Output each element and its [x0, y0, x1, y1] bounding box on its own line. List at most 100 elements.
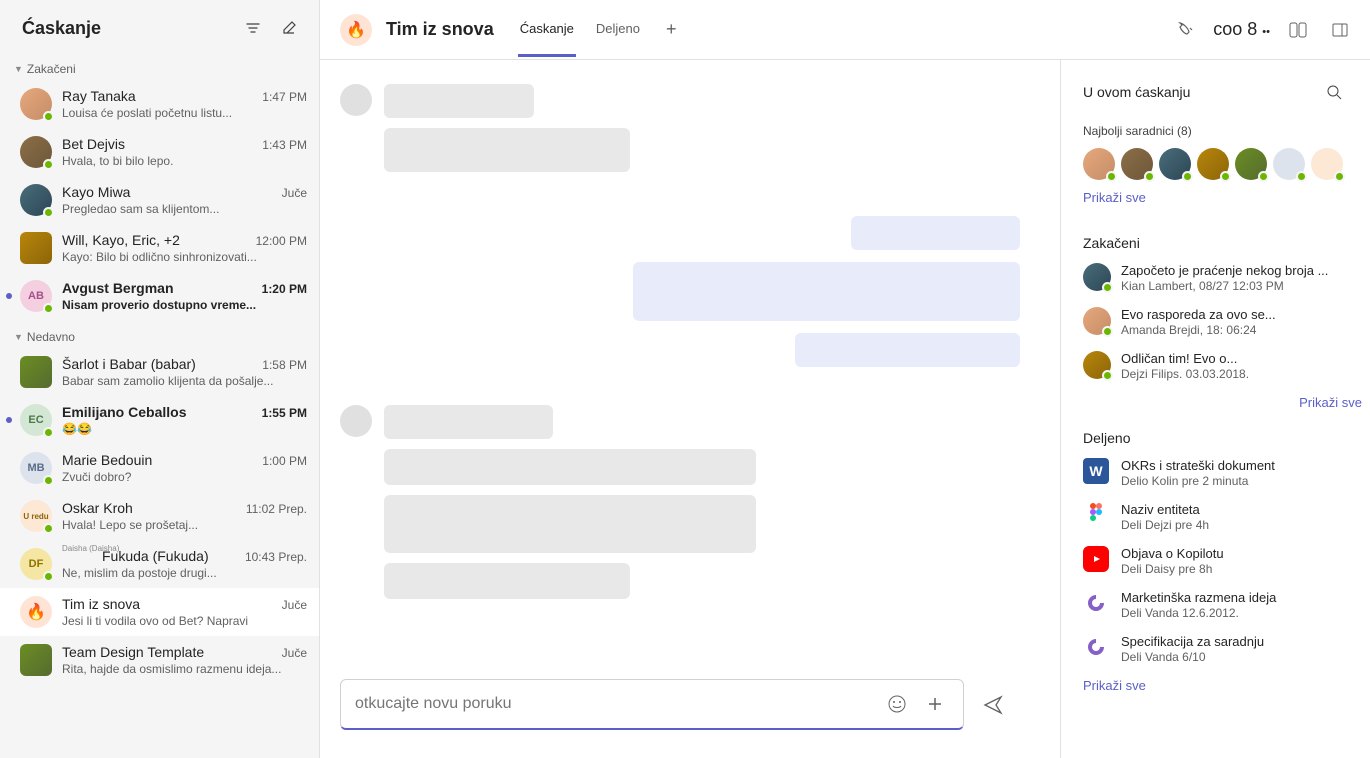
chat-name: Kayo Miwa — [62, 184, 274, 200]
panel-title: U ovom ćaskanju — [1083, 84, 1190, 100]
chat-name: Emilijano Ceballos — [62, 404, 254, 420]
send-button[interactable] — [976, 688, 1010, 722]
emoji-icon[interactable] — [883, 690, 911, 718]
contributor-avatar[interactable] — [1197, 148, 1229, 180]
shared-section-label: Deljeno — [1083, 430, 1370, 446]
message-self — [340, 216, 1020, 250]
chat-name: Šarlot i Babar (babar) — [62, 356, 254, 372]
chat-preview: Louisa će poslati početnu listu... — [62, 106, 307, 120]
chat-time: 1:58 PM — [262, 358, 307, 372]
contributor-avatar[interactable] — [1235, 148, 1267, 180]
panel-toggle-icon[interactable] — [1326, 16, 1354, 44]
compose-icon[interactable] — [275, 14, 303, 42]
message-bubble[interactable] — [384, 84, 534, 118]
show-all-link[interactable]: Prikaži sve — [1083, 678, 1146, 693]
chat-item[interactable]: Šarlot i Babar (babar)1:58 PM Babar sam … — [0, 348, 319, 396]
message-bubble[interactable] — [795, 333, 1020, 367]
contributor-avatar[interactable] — [1273, 148, 1305, 180]
chat-name: Team Design Template — [62, 644, 274, 660]
chat-avatar: 🔥 — [340, 14, 372, 46]
chat-item[interactable]: MB Marie Bedouin1:00 PM Zvuči dobro? — [0, 444, 319, 492]
compose-area — [340, 679, 1020, 742]
message-bubble[interactable] — [384, 405, 553, 439]
figma-icon — [1083, 502, 1109, 528]
avatar — [1083, 307, 1111, 335]
section-recent[interactable]: ▼ Nedavno — [0, 320, 319, 348]
avatar: U redu — [20, 500, 52, 532]
shared-file[interactable]: Specifikacija za saradnjuDeli Vanda 6/10 — [1083, 634, 1370, 664]
chat-item-active[interactable]: Tim iz snovaJuče Jesi li ti vodila ovo o… — [0, 588, 319, 636]
shared-file[interactable]: Naziv entitetaDeli Dejzi pre 4h — [1083, 502, 1370, 532]
word-icon: W — [1083, 458, 1109, 484]
message-self — [340, 262, 1020, 321]
show-all-link[interactable]: Prikaži sve — [1083, 190, 1146, 205]
attach-icon[interactable] — [921, 690, 949, 718]
contributor-avatar[interactable] — [1083, 148, 1115, 180]
message-bubble[interactable] — [633, 262, 1020, 321]
pinned-message[interactable]: Odličan tim! Evo o...Dejzi Filips. 03.03… — [1083, 351, 1370, 381]
contributor-avatar[interactable] — [1311, 148, 1343, 180]
message-bubble[interactable] — [851, 216, 1020, 250]
chat-time: 10:43 Prep. — [245, 550, 307, 564]
chat-item[interactable]: Kayo MiwaJuče Pregledao sam sa klijentom… — [0, 176, 319, 224]
chat-preview: Ne, mislim da postoje drugi... — [62, 566, 307, 580]
call-icon[interactable] — [1171, 16, 1199, 44]
add-tab-button[interactable]: + — [660, 19, 683, 40]
avatar — [1083, 351, 1111, 379]
tab-chat[interactable]: Ćaskanje — [518, 3, 576, 57]
message-bubble[interactable] — [384, 495, 756, 553]
chat-item[interactable]: Bet Dejvis1:43 PM Hvala, to bi bilo lepo… — [0, 128, 319, 176]
chat-time: Juče — [282, 598, 307, 612]
chat-preview: Rita, hajde da osmislimo razmenu ideja..… — [62, 662, 307, 676]
chat-name: Tim iz snova — [62, 596, 274, 612]
contributors-row — [1083, 148, 1370, 180]
avatar — [20, 232, 52, 264]
unread-dot — [6, 417, 12, 423]
show-all-link[interactable]: Prikaži sve — [1083, 395, 1370, 410]
chat-item[interactable]: AB Avgust Bergman1:20 PM Nisam proverio … — [0, 272, 319, 320]
chat-item[interactable]: Will, Kayo, Eric, +212:00 PM Kayo: Bilo … — [0, 224, 319, 272]
chat-time: 1:47 PM — [262, 90, 307, 104]
contributor-avatar[interactable] — [1159, 148, 1191, 180]
unread-dot — [6, 293, 12, 299]
section-recent-label: Nedavno — [27, 330, 75, 344]
chat-list[interactable]: ▼ Zakačeni Ray Tanaka1:47 PM Louisa će p… — [0, 52, 319, 758]
contributor-avatar[interactable] — [1121, 148, 1153, 180]
message-other — [340, 84, 1020, 172]
chat-preview: Kayo: Bilo bi odlično sinhronizovati... — [62, 250, 307, 264]
avatar — [20, 596, 52, 628]
caret-down-icon: ▼ — [14, 64, 23, 74]
search-icon[interactable] — [1320, 78, 1348, 106]
shared-file[interactable]: Objava o KopilotuDeli Daisy pre 8h — [1083, 546, 1370, 576]
participants-count[interactable]: coo 8 •• — [1213, 19, 1270, 40]
compose-box[interactable] — [340, 679, 964, 730]
chat-preview: Hvala, to bi bilo lepo. — [62, 154, 307, 168]
copilot-icon[interactable] — [1284, 16, 1312, 44]
header-tabs: Ćaskanje Deljeno + — [518, 3, 683, 57]
chat-item[interactable]: EC Emilijano Ceballos1:55 PM 😂😂 — [0, 396, 319, 444]
filter-icon[interactable] — [239, 14, 267, 42]
chat-preview: Nisam proverio dostupno vreme... — [62, 298, 307, 312]
chat-item[interactable]: U redu Oskar Kroh11:02 Prep. Hvala! Lepo… — [0, 492, 319, 540]
loop-icon — [1083, 634, 1109, 660]
shared-file[interactable]: W OKRs i strateški dokumentDelio Kolin p… — [1083, 458, 1370, 488]
shared-file[interactable]: Marketinška razmena idejaDeli Vanda 12.6… — [1083, 590, 1370, 620]
message-bubble[interactable] — [384, 449, 756, 485]
message-bubble[interactable] — [384, 128, 630, 172]
youtube-icon — [1083, 546, 1109, 572]
chat-item[interactable]: Team Design TemplateJuče Rita, hajde da … — [0, 636, 319, 684]
avatar — [1083, 263, 1111, 291]
chat-title: Tim iz snova — [386, 19, 494, 40]
chat-item[interactable]: Ray Tanaka1:47 PM Louisa će poslati poče… — [0, 80, 319, 128]
message-input[interactable] — [355, 695, 873, 713]
avatar: AB — [20, 280, 52, 312]
pinned-message[interactable]: Započeto je praćenje nekog broja ...Kian… — [1083, 263, 1370, 293]
message-bubble[interactable] — [384, 563, 630, 599]
section-pinned[interactable]: ▼ Zakačeni — [0, 52, 319, 80]
chat-item[interactable]: DF Daisha (Daisha)Fukuda (Fukuda)10:43 P… — [0, 540, 319, 588]
pinned-section-label: Zakačeni — [1083, 235, 1370, 251]
sidebar-header: Ćaskanje — [0, 0, 319, 52]
chat-name: Oskar Kroh — [62, 500, 238, 516]
pinned-message[interactable]: Evo rasporeda za ovo se...Amanda Brejdi,… — [1083, 307, 1370, 337]
tab-shared[interactable]: Deljeno — [594, 3, 642, 57]
